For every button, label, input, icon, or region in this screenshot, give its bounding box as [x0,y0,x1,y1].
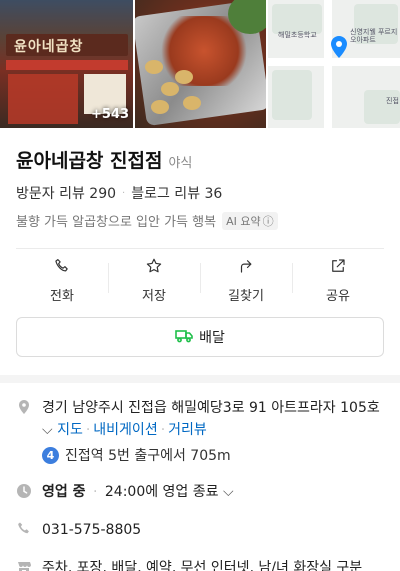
street-view-link[interactable]: 거리뷰 [168,422,207,438]
amenities-row: 주차, 포장, 배달, 예약, 무선 인터넷, 남/녀 화장실 구분 [16,557,384,571]
map-pin-icon [331,36,347,58]
subway-info: 4 진접역 5번 출구에서 705m [42,445,384,465]
share-icon [329,257,347,279]
food-photo[interactable] [135,0,266,128]
phone-number[interactable]: 031-575-8805 [42,519,141,541]
ai-summary-badge[interactable]: AI 요약 ⓘ [222,211,278,230]
map-label-apartment: 신영지웰 푸르지오아파트 [350,28,398,44]
call-button[interactable]: 전화 [16,249,108,311]
section-divider [0,375,400,383]
address-text: 경기 남양주시 진접읍 해밀예당3로 91 아트프라자 105호 [42,400,380,416]
subway-line-badge: 4 [42,446,59,464]
open-status: 영업 중 [42,484,86,500]
share-label: 공유 [326,288,350,304]
more-photos-count[interactable]: +543 [91,107,129,122]
map-link[interactable]: 지도 [57,422,83,438]
address-row: 경기 남양주시 진접읍 해밀예당3로 91 아트프라자 105호 ⌵ 지도 · 내비… [16,397,384,441]
directions-label: 길찾기 [228,288,264,304]
phone-icon [16,519,34,541]
phone-row[interactable]: 031-575-8805 [16,519,384,541]
hours-row[interactable]: 영업 중 · 24:00에 영업 종료 ⌵ [16,481,384,503]
store-front-photo[interactable]: 윤아네곱창 +543 [0,0,133,128]
closing-time: 24:00에 영업 종료 [104,484,219,500]
delivery-button[interactable]: 배달 [16,317,384,357]
place-category: 야식 [168,156,193,171]
subway-distance: 진접역 5번 출구에서 705m [65,448,231,464]
chevron-down-icon[interactable]: ⌵ [223,484,234,500]
phone-icon [53,257,71,279]
chevron-down-icon[interactable]: ⌵ [42,422,53,438]
map-label-school: 해밀초등학교 [278,31,317,39]
map-label-jinjeop: 진접 [386,97,399,105]
delivery-truck-icon [175,328,193,347]
share-button[interactable]: 공유 [292,249,384,311]
blog-review-count[interactable]: 블로그 리뷰 36 [131,183,222,203]
ai-summary-label: AI 요약 [226,214,261,228]
store-icon [16,557,34,571]
visitor-review-count[interactable]: 방문자 리뷰 290 [16,183,116,203]
clock-icon [16,481,34,503]
directions-icon [237,257,255,279]
save-label: 저장 [142,288,166,304]
info-icon: ⓘ [262,214,274,228]
review-separator: · [122,187,126,199]
amenities-text: 주차, 포장, 배달, 예약, 무선 인터넷, 남/녀 화장실 구분 [42,560,363,571]
place-name: 윤아네곱창 진접점 [16,150,163,172]
photo-strip[interactable]: 윤아네곱창 +543 해밀초등학교 신영지웰 푸르지오아파트 진접 [0,0,400,128]
save-button[interactable]: 저장 [108,249,200,311]
store-sign-text: 윤아네곱창 [14,39,84,55]
directions-button[interactable]: 길찾기 [200,249,292,311]
navigation-link[interactable]: 내비게이션 [93,422,157,438]
action-bar: 전화 저장 길찾기 공유 [16,249,384,311]
delivery-label: 배달 [199,330,225,346]
call-label: 전화 [50,288,74,304]
location-map-thumbnail[interactable]: 해밀초등학교 신영지웰 푸르지오아파트 진접 [268,0,400,128]
star-icon [145,257,163,279]
location-pin-icon [16,397,34,441]
place-summary: 불향 가득 알곱창으로 입안 가득 행복 [16,215,217,230]
